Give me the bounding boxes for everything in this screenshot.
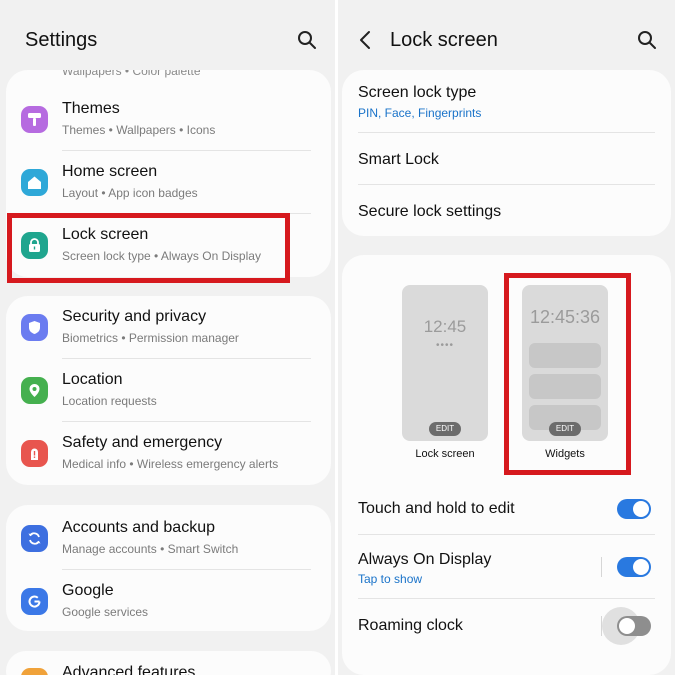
settings-item-google[interactable]: Google Google services: [6, 570, 331, 631]
toggle-knob: [619, 618, 635, 634]
themes-icon: [21, 106, 48, 133]
lock-settings-group: Screen lock type PIN, Face, Fingerprints…: [342, 70, 671, 236]
roaming-clock-row[interactable]: Roaming clock: [342, 599, 671, 655]
alert-icon: [21, 440, 48, 467]
highlight-box-widgets: [504, 273, 631, 475]
item-subtitle: Manage accounts • Smart Switch: [62, 542, 239, 556]
lock-screen-customize-group: 12:45 •••• EDIT Lock screen 12:45:36 EDI…: [342, 255, 671, 675]
item-subtitle: Google services: [62, 605, 149, 619]
touch-hold-edit-row[interactable]: Touch and hold to edit: [342, 480, 671, 535]
item-subtitle: Themes • Wallpapers • Icons: [62, 123, 216, 137]
item-subtitle: Layout • App icon badges: [62, 186, 198, 200]
touch-hold-edit-toggle[interactable]: [617, 499, 651, 519]
settings-item-accounts-backup[interactable]: Accounts and backup Manage accounts • Sm…: [6, 507, 331, 570]
row-title: Roaming clock: [358, 617, 463, 634]
row-title: Secure lock settings: [358, 203, 502, 220]
settings-item-themes[interactable]: Themes Themes • Wallpapers • Icons: [6, 88, 331, 151]
item-title: Location: [62, 371, 123, 388]
lock-screen-preview[interactable]: 12:45 •••• EDIT: [402, 285, 488, 441]
settings-group-accounts: Accounts and backup Manage accounts • Sm…: [6, 505, 331, 631]
highlight-box-lock-screen: [7, 213, 290, 283]
roaming-clock-toggle[interactable]: [617, 616, 651, 636]
settings-group-security: Security and privacy Biometrics • Permis…: [6, 296, 331, 485]
google-icon: [21, 588, 48, 615]
toggle-knob: [633, 501, 649, 517]
preview-clock: 12:45: [423, 317, 467, 336]
settings-item-location[interactable]: Location Location requests: [6, 359, 331, 422]
settings-screen: Settings Wallpapers • Color palette Them…: [0, 0, 337, 675]
lock-screen-settings: Lock screen Screen lock type PIN, Face, …: [338, 0, 675, 675]
partial-row-subtitle: Wallpapers • Color palette: [62, 70, 201, 78]
location-pin-icon: [21, 377, 48, 404]
item-title: Accounts and backup: [62, 519, 215, 536]
row-title: Smart Lock: [358, 151, 439, 168]
row-subtitle: PIN, Face, Fingerprints: [358, 106, 482, 120]
top-bar: Lock screen: [338, 0, 675, 70]
edit-button[interactable]: EDIT: [429, 422, 461, 436]
item-title: Security and privacy: [62, 308, 207, 325]
back-arrow-icon[interactable]: [358, 30, 374, 50]
item-title: Home screen: [62, 163, 158, 180]
row-title: Screen lock type: [358, 84, 477, 101]
settings-item-security-privacy[interactable]: Security and privacy Biometrics • Permis…: [6, 296, 331, 359]
smart-lock-row[interactable]: Smart Lock: [342, 133, 671, 185]
screen-lock-type-row[interactable]: Screen lock type PIN, Face, Fingerprints: [342, 70, 671, 133]
item-subtitle: Biometrics • Permission manager: [62, 331, 239, 345]
settings-item-home-screen[interactable]: Home screen Layout • App icon badges: [6, 151, 331, 214]
shield-icon: [21, 314, 48, 341]
row-title: Always On Display: [358, 551, 492, 568]
preview-caption: Lock screen: [415, 448, 475, 460]
item-title: Safety and emergency: [62, 434, 223, 451]
sync-icon: [21, 525, 48, 552]
always-on-display-toggle[interactable]: [617, 557, 651, 577]
advanced-features-icon: [21, 668, 48, 675]
item-title: Google: [62, 582, 114, 599]
row-title: Touch and hold to edit: [358, 500, 515, 517]
always-on-display-row[interactable]: Always On Display Tap to show: [342, 535, 671, 599]
search-icon[interactable]: [637, 30, 657, 50]
top-bar: Settings: [0, 0, 335, 70]
page-title: Lock screen: [390, 29, 498, 51]
pin-dots: ••••: [435, 340, 454, 351]
item-subtitle: Medical info • Wireless emergency alerts: [62, 457, 279, 471]
page-title: Settings: [25, 29, 98, 51]
search-icon[interactable]: [297, 30, 317, 50]
settings-item-safety-emergency[interactable]: Safety and emergency Medical info • Wire…: [6, 422, 331, 485]
settings-group-advanced: Advanced features: [6, 651, 331, 675]
row-subtitle[interactable]: Tap to show: [358, 572, 422, 586]
divider-vertical: [601, 557, 602, 577]
toggle-knob: [633, 559, 649, 575]
secure-lock-settings-row[interactable]: Secure lock settings: [342, 185, 671, 236]
home-icon: [21, 169, 48, 196]
item-subtitle: Location requests: [62, 394, 157, 408]
item-title-partial[interactable]: Advanced features: [62, 664, 195, 675]
item-title: Themes: [62, 100, 120, 117]
